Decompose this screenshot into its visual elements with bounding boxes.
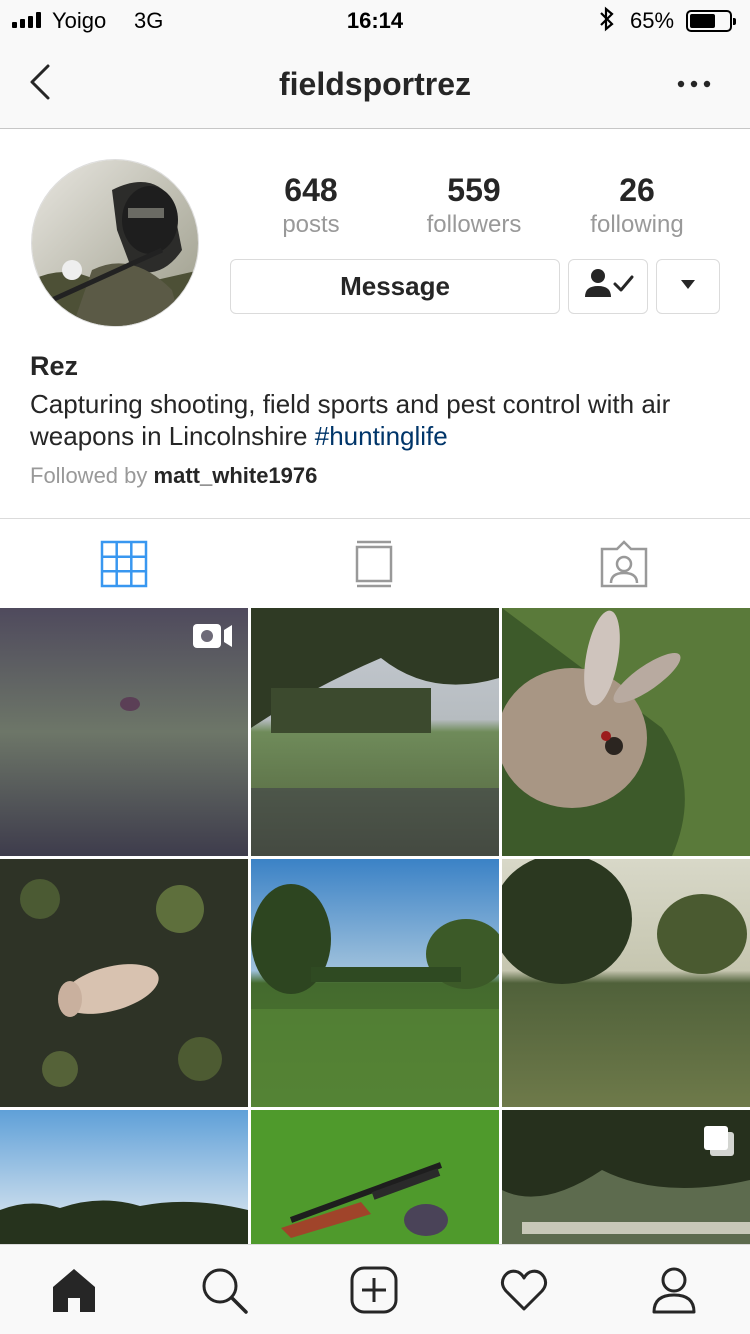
tab-tagged[interactable] [599,539,649,589]
carousel-icon [702,1124,736,1158]
following-count-label: following [590,211,684,238]
suggested-accounts-dropdown-button[interactable] [656,259,720,314]
tagged-icon [599,540,649,593]
followed-by: Followed by matt_white1976 [30,460,730,492]
following-count-value: 26 [619,172,655,208]
caret-down-icon [678,277,698,296]
posts-count-value: 648 [284,172,338,208]
posts-grid [0,608,750,1244]
home-icon [49,1269,99,1319]
tab-feed[interactable] [349,539,399,589]
video-icon [192,622,234,650]
search-icon [199,1268,249,1319]
grid-icon [99,540,149,593]
profile-bio: Capturing shooting, field sports and pes… [30,388,730,452]
battery-percent: 65% [630,8,675,33]
post-thumbnail[interactable] [251,859,499,1107]
bio-hashtag-link[interactable]: #huntinglife [315,421,448,451]
followers-count[interactable]: 559 followers [394,170,554,240]
post-thumbnail[interactable] [502,859,750,1107]
followed-by-user-link[interactable]: matt_white1976 [154,463,318,488]
navigation-bar: fieldsportrez [0,40,750,129]
tab-home[interactable] [49,1265,99,1315]
tab-new-post[interactable] [349,1265,399,1315]
followed-by-prefix: Followed by [30,463,154,488]
following-check-icon [580,264,636,309]
following-count[interactable]: 26 following [557,170,717,240]
new-post-icon [349,1266,399,1319]
post-thumbnail[interactable] [0,859,248,1107]
feed-icon [349,540,399,593]
profile-icon [649,1267,699,1319]
tab-grid[interactable] [99,539,149,589]
tab-activity[interactable] [499,1265,549,1315]
post-thumbnail[interactable] [502,1110,750,1244]
profile-avatar[interactable] [31,159,199,327]
activity-heart-icon [499,1269,549,1319]
post-thumbnail[interactable] [251,1110,499,1244]
profile-bio-section: Rez Capturing shooting, field sports and… [30,348,730,492]
following-toggle-button[interactable] [568,259,648,314]
posts-count-label: posts [282,211,340,238]
battery-icon [686,10,736,32]
tab-profile[interactable] [649,1265,699,1315]
profile-full-name: Rez [30,351,79,381]
message-button[interactable]: Message [230,259,560,314]
tab-search[interactable] [199,1265,249,1315]
profile-username-title: fieldsportrez [278,66,472,102]
posts-count[interactable]: 648 posts [231,170,391,240]
more-options-icon[interactable] [672,64,716,104]
post-thumbnail[interactable] [502,608,750,856]
post-thumbnail[interactable] [0,608,248,856]
bottom-tab-bar [0,1244,750,1334]
profile-view-tabs [0,518,750,608]
post-thumbnail[interactable] [0,1110,248,1244]
status-bar: Yoigo 3G 16:14 65% [0,0,750,40]
bluetooth-icon [598,6,616,38]
followers-count-value: 559 [447,172,501,208]
post-thumbnail[interactable] [251,608,499,856]
followers-count-label: followers [426,211,522,238]
